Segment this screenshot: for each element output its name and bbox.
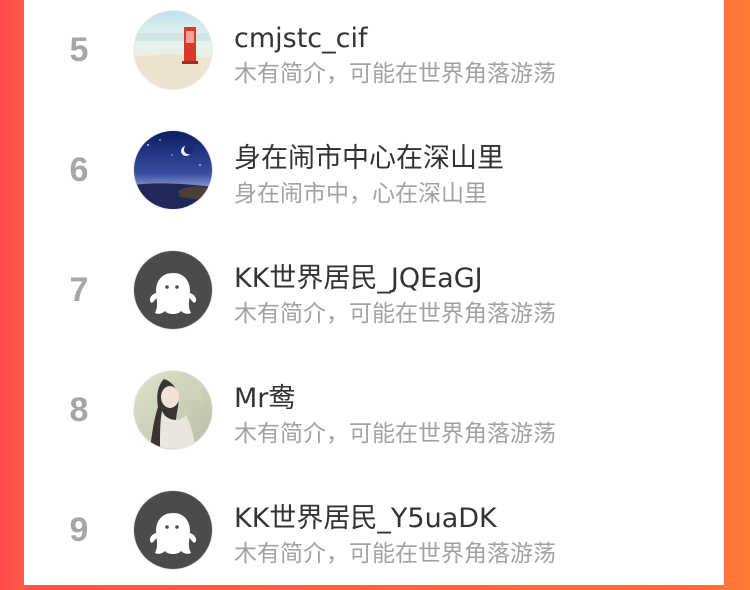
list-item[interactable]: 6 身在闹市中心在深山里 身在闹市中，心在深山里 bbox=[24, 110, 724, 230]
avatar[interactable] bbox=[134, 251, 212, 329]
ranking-list-card: 5 cmjstc_cif 木有简介，可能在世界角落游荡 6 身在闹市中心在深山里… bbox=[24, 0, 724, 585]
ancient-style-portrait-avatar-icon bbox=[134, 371, 212, 449]
rank-number: 8 bbox=[69, 391, 89, 429]
avatar[interactable] bbox=[134, 371, 212, 449]
rank-number: 7 bbox=[69, 271, 89, 309]
avatar[interactable] bbox=[134, 11, 212, 89]
user-bio: 木有简介，可能在世界角落游荡 bbox=[234, 61, 556, 87]
rank-number: 5 bbox=[69, 31, 89, 69]
user-bio: 木有简介，可能在世界角落游荡 bbox=[234, 421, 556, 447]
user-name: KK世界居民_JQEaGJ bbox=[234, 263, 483, 294]
user-name: cmjstc_cif bbox=[234, 23, 368, 54]
beach-red-phonebox-avatar-icon bbox=[134, 11, 212, 89]
user-name: Mr鸯 bbox=[234, 383, 296, 414]
user-bio: 木有简介，可能在世界角落游荡 bbox=[234, 541, 556, 567]
avatar[interactable] bbox=[134, 491, 212, 569]
default-ghost-avatar-icon bbox=[134, 491, 212, 569]
list-item[interactable]: 7 KK世界居民_JQEaGJ 木有简介，可能在世界角落游荡 bbox=[24, 230, 724, 350]
user-name: KK世界居民_Y5uaDK bbox=[234, 503, 497, 534]
list-item[interactable]: 8 Mr鸯 木有简介，可能在世界角落游荡 bbox=[24, 350, 724, 470]
night-sky-moon-avatar-icon bbox=[134, 131, 212, 209]
default-ghost-avatar-icon bbox=[134, 251, 212, 329]
user-name: 身在闹市中心在深山里 bbox=[234, 143, 504, 174]
avatar[interactable] bbox=[134, 131, 212, 209]
list-item[interactable]: 5 cmjstc_cif 木有简介，可能在世界角落游荡 bbox=[24, 0, 724, 110]
list-item[interactable]: 9 KK世界居民_Y5uaDK 木有简介，可能在世界角落游荡 bbox=[24, 470, 724, 590]
user-bio: 木有简介，可能在世界角落游荡 bbox=[234, 301, 556, 327]
rank-number: 6 bbox=[69, 151, 89, 189]
rank-number: 9 bbox=[69, 511, 89, 549]
user-bio: 身在闹市中，心在深山里 bbox=[234, 181, 487, 207]
